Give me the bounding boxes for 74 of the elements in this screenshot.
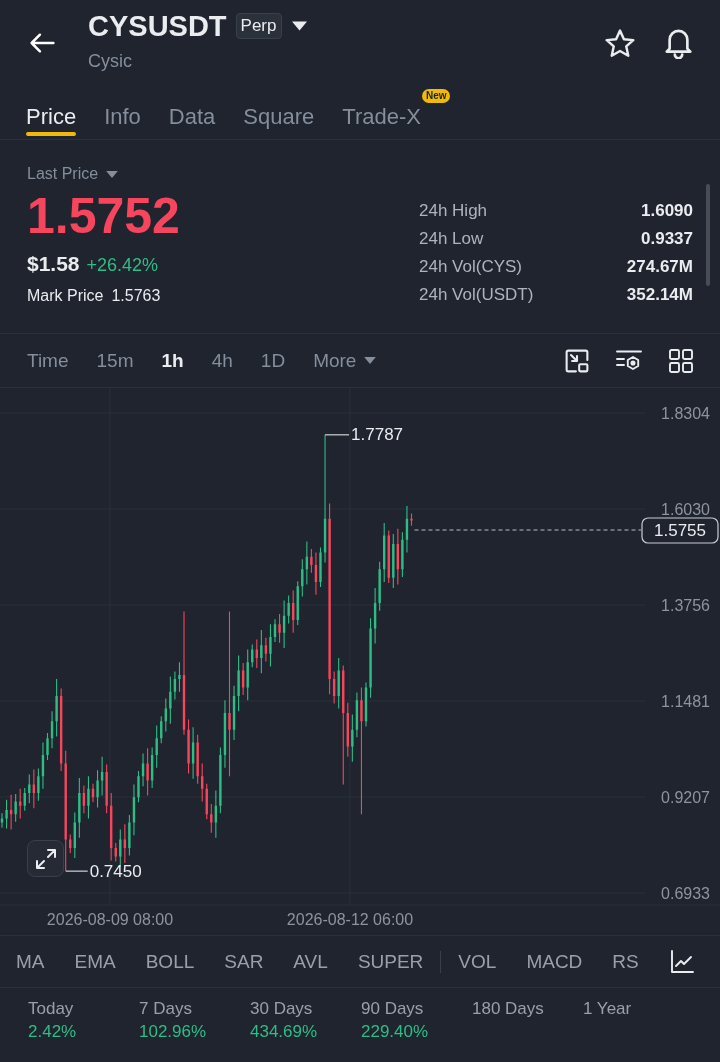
indicator-tab[interactable]: VOL <box>458 949 497 974</box>
caret-icon[interactable] <box>291 21 307 31</box>
indicator-tab[interactable]: MA <box>16 949 45 974</box>
current-price-tag: 1.5755 <box>641 517 719 544</box>
time-axis-label: 2026-08-09 08:00 <box>46 910 174 928</box>
stat-value: 352.14M <box>626 284 693 307</box>
period-change: 434.69% <box>250 1021 319 1043</box>
indicator-tab[interactable]: AVL <box>293 949 328 974</box>
new-badge: New <box>421 89 451 103</box>
period-label: 30 Days <box>250 998 314 1020</box>
interval-tab[interactable]: 15m <box>96 348 134 373</box>
caret-icon <box>364 357 377 364</box>
back-arrow-icon[interactable] <box>28 31 56 55</box>
tab[interactable]: Info <box>104 88 141 139</box>
tab[interactable]: Trade-X <box>342 88 421 139</box>
price-axis-label: 0.6933 <box>661 884 710 902</box>
period-change: 2.42% <box>28 1021 78 1043</box>
price-type-dropdown[interactable]: Last Price <box>27 164 119 184</box>
more-dropdown[interactable]: More <box>313 348 377 373</box>
line-chart-icon[interactable] <box>670 949 694 974</box>
tab[interactable]: Data <box>168 88 216 139</box>
price-axis-label: 1.6030 <box>661 500 710 518</box>
high-price-leader <box>324 434 350 436</box>
tab-indicator <box>26 132 77 136</box>
stat-label: 24h High <box>419 200 488 223</box>
expand-icon <box>35 848 56 869</box>
stat-label: 24h Vol(USDT) <box>419 284 534 307</box>
price-axis-label: 1.8304 <box>661 404 710 422</box>
period-label: 90 Days <box>361 998 425 1020</box>
star-icon[interactable] <box>605 29 635 58</box>
low-price-leader <box>65 870 89 872</box>
last-price: 1.5752 <box>27 189 180 243</box>
stat-value: 1.6090 <box>641 200 693 223</box>
symbol-name: Cysic <box>88 50 133 72</box>
period-label: Today <box>28 998 75 1020</box>
period-change: 102.96% <box>139 1021 208 1043</box>
stat-value: 274.67M <box>626 256 693 279</box>
price-axis-label: 0.9207 <box>661 788 710 806</box>
indicator-tab[interactable]: MACD <box>526 949 583 974</box>
usd-price: $1.58 <box>27 251 80 277</box>
interval-tab[interactable]: Time <box>27 348 69 373</box>
tab[interactable]: Price <box>26 88 77 139</box>
interval-tab[interactable]: 1D <box>260 348 286 373</box>
grid-icon[interactable] <box>669 348 693 373</box>
indicator-tab[interactable]: SAR <box>224 949 264 974</box>
stat-label: 24h Vol(CYS) <box>419 256 522 279</box>
period-label: 180 Days <box>472 998 545 1020</box>
expand-button[interactable] <box>27 840 64 877</box>
indicator-tab[interactable]: RS <box>612 949 639 974</box>
interval-tab[interactable]: 1h <box>161 348 184 373</box>
indicator-tab[interactable]: SUPER <box>357 949 424 974</box>
contract-badge: Perp <box>235 13 282 39</box>
interval-tab[interactable]: 4h <box>211 348 233 373</box>
period-change: 229.40% <box>361 1021 430 1043</box>
indicator-tab[interactable]: EMA <box>74 949 116 974</box>
window-arrow-icon[interactable] <box>565 348 589 373</box>
stat-value: 0.9337 <box>641 228 693 251</box>
price-axis-label: 1.1481 <box>661 692 710 710</box>
price-change: +26.42% <box>86 254 159 277</box>
low-price-marker: 0.7450 <box>89 861 142 881</box>
stat-label: 24h Low <box>419 228 484 251</box>
symbol-title: CYSUSDT <box>88 9 227 44</box>
indicator-tab[interactable]: BOLL <box>145 949 195 974</box>
hexagon-lines-icon[interactable] <box>616 350 642 371</box>
time-axis-label: 2026-08-12 06:00 <box>286 910 414 928</box>
price-axis-label: 1.3756 <box>661 596 710 614</box>
period-label: 1 Year <box>583 998 633 1020</box>
mark-price-value: 1.5763 <box>111 286 161 306</box>
tab[interactable]: Square <box>243 88 315 139</box>
period-label: 7 Days <box>139 998 193 1020</box>
high-price-marker: 1.7787 <box>351 425 404 445</box>
mark-price-label: Mark Price <box>27 286 104 306</box>
bell-icon[interactable] <box>665 28 692 59</box>
caret-icon <box>106 170 119 178</box>
